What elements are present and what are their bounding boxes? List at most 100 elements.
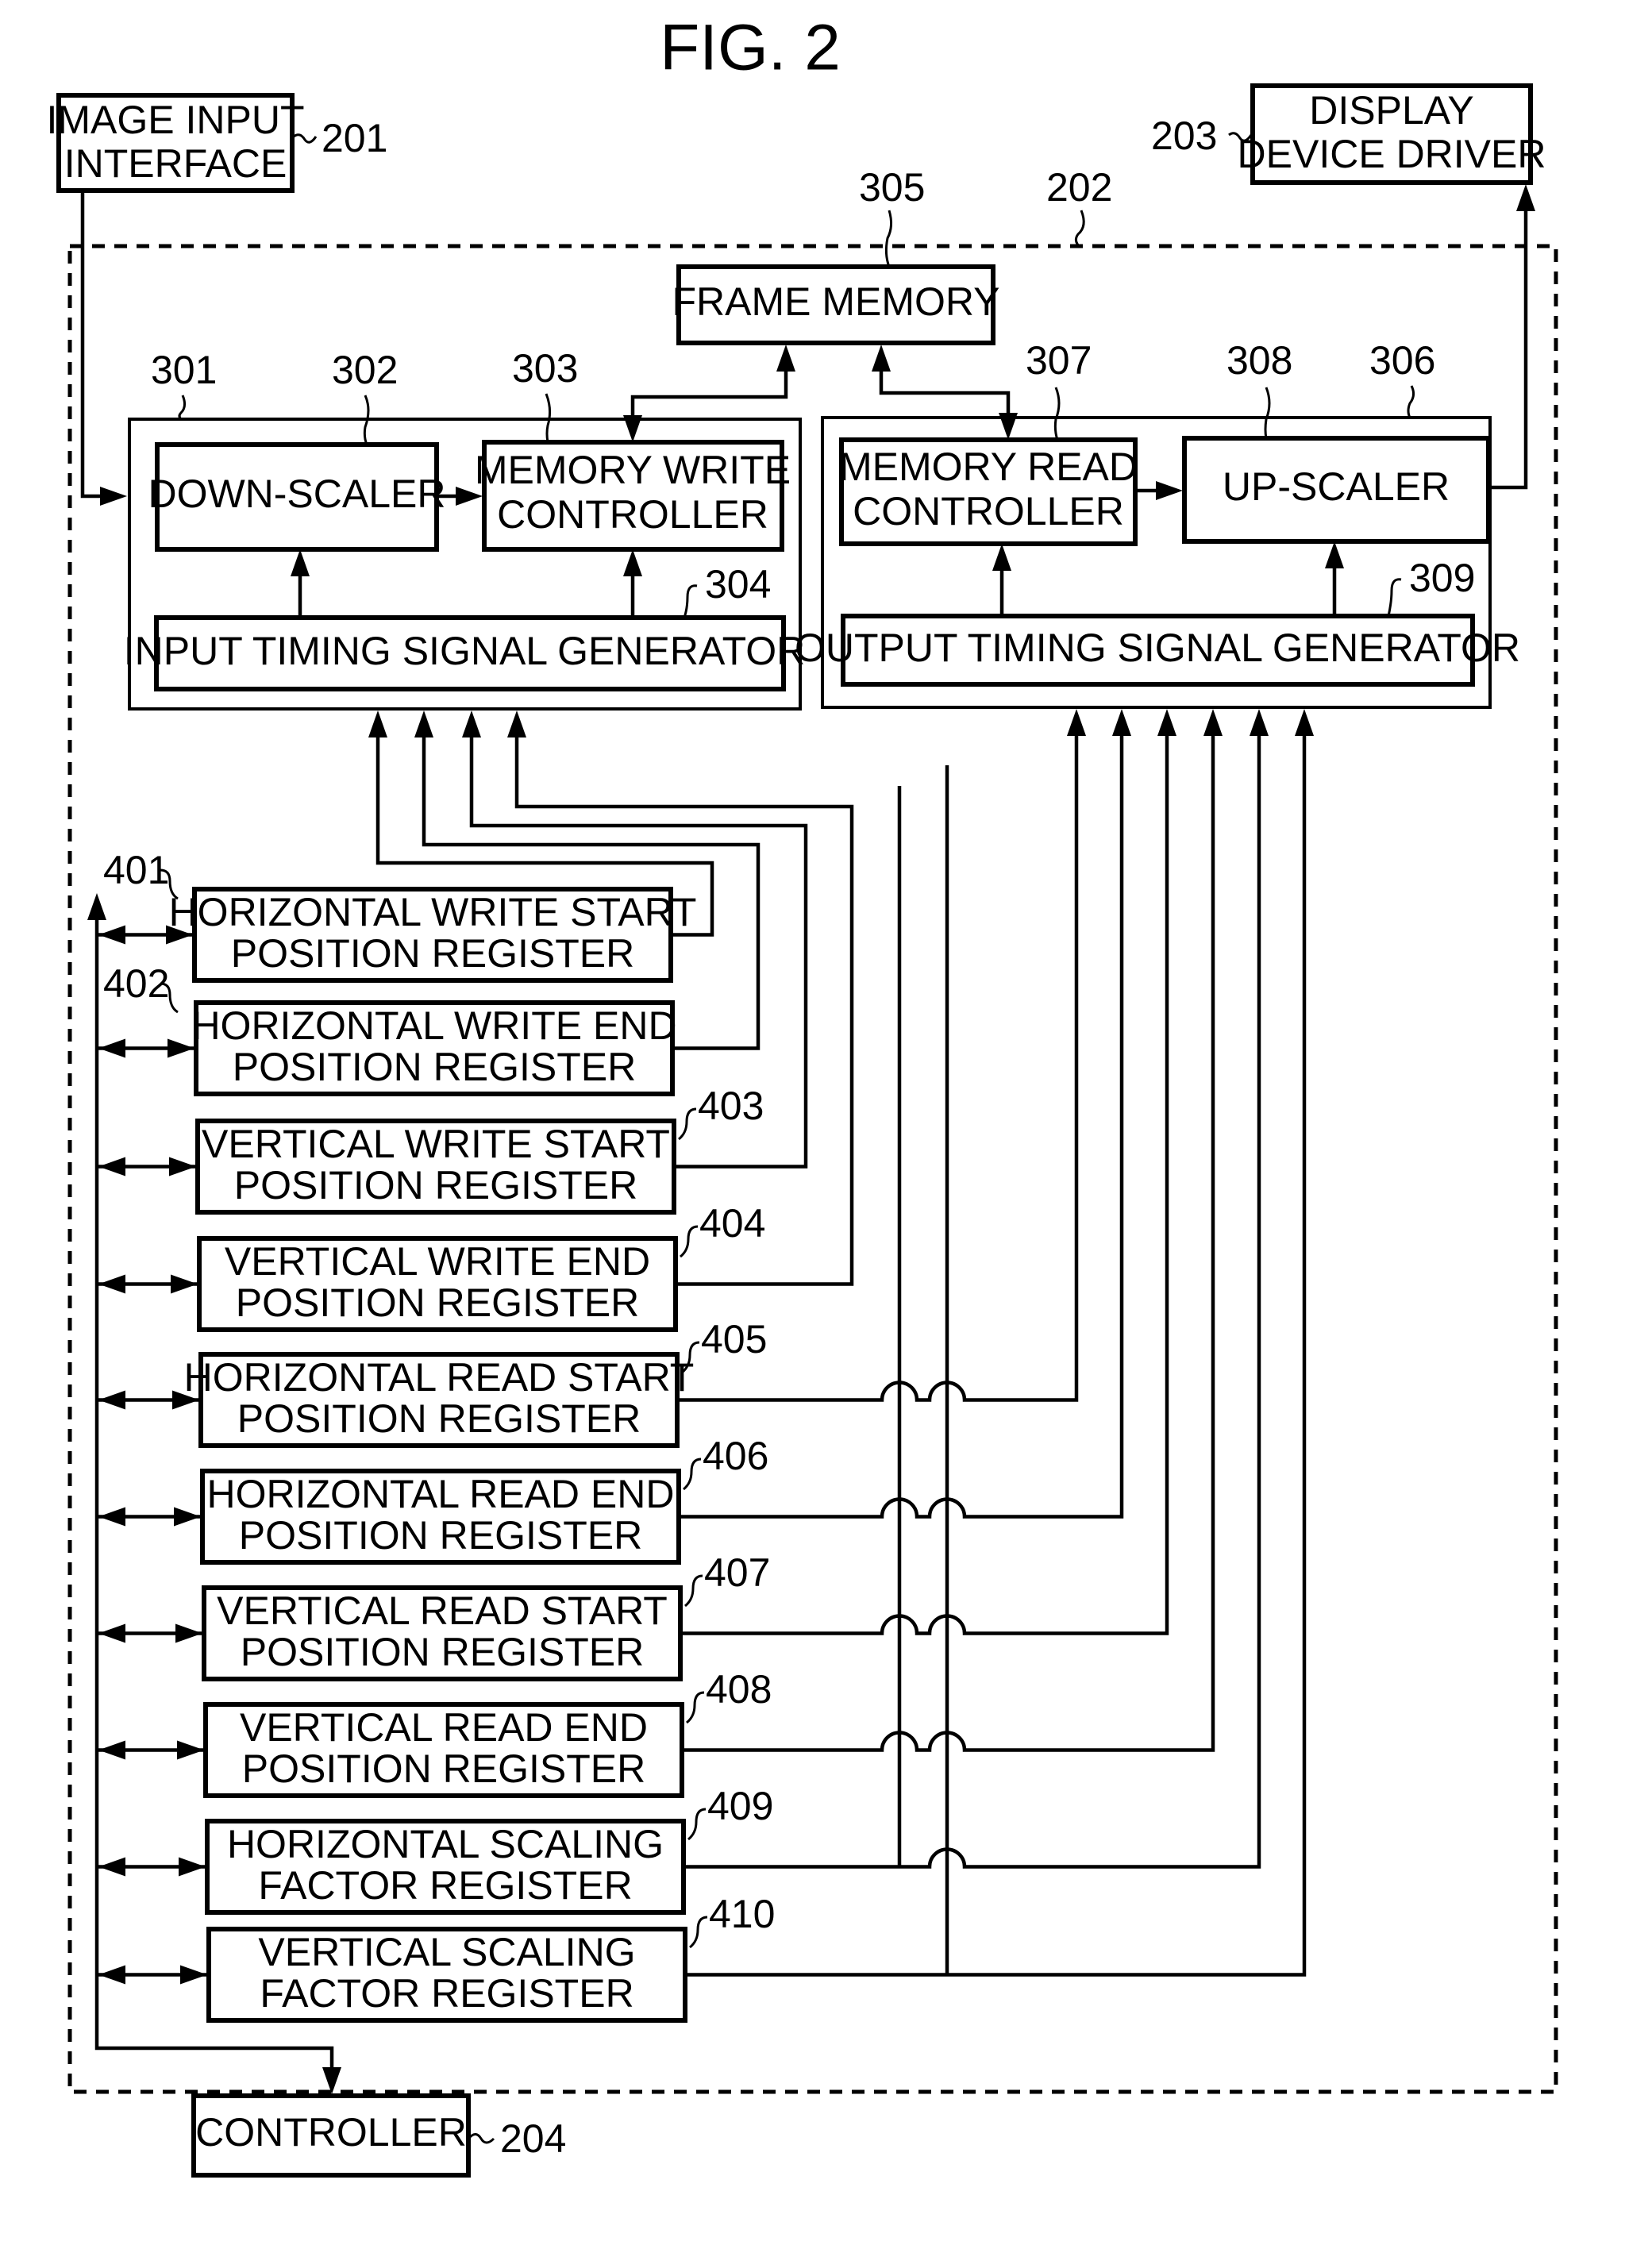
bus-link-right-arrow-icon <box>174 1507 201 1527</box>
leader-309 <box>1387 578 1402 617</box>
leader-408 <box>686 1691 705 1724</box>
leader-301 <box>178 395 187 421</box>
register-407[interactable]: VERTICAL READ STARTPOSITION REGISTER <box>202 1585 683 1681</box>
register-405-line-2: POSITION REGISTER <box>237 1396 641 1441</box>
leader-304 <box>683 584 698 618</box>
signal-407 <box>680 724 1169 1635</box>
leader-404 <box>680 1225 699 1258</box>
signal-arrow-407-icon <box>1157 709 1176 736</box>
bus-link-left-arrow-icon <box>98 1274 125 1294</box>
image-input-interface-line-1: IMAGE INPUT <box>46 98 304 142</box>
bus-link-left-arrow-icon <box>98 1507 125 1527</box>
register-401-line-2: POSITION REGISTER <box>231 931 634 976</box>
signal-arrow-406-icon <box>1112 709 1131 736</box>
arrow-into-upscaler-icon <box>1156 481 1183 500</box>
leader-403 <box>678 1107 697 1141</box>
frame-memory-label: FRAME MEMORY <box>672 279 1000 324</box>
output-timing-signal-generator[interactable]: OUTPUT TIMING SIGNAL GENERATOR <box>795 614 1520 687</box>
bus-link-left-arrow-icon <box>98 1740 125 1760</box>
display-device-driver-line-1: DISPLAY <box>1309 88 1474 133</box>
leader-307 <box>1053 387 1061 441</box>
register-404-line-2: POSITION REGISTER <box>236 1280 639 1325</box>
bus-link-right-arrow-icon <box>177 1740 204 1760</box>
arrow-into-display-icon <box>1516 184 1535 211</box>
wire-upscaler-to-display <box>1488 198 1528 490</box>
bus-link-left-arrow-icon <box>98 1965 125 1985</box>
bus-link-right-arrow-icon <box>171 1274 198 1294</box>
ref-305: 305 <box>859 165 925 210</box>
bus-link-left-arrow-icon <box>98 1157 125 1176</box>
leader-305 <box>884 210 893 268</box>
register-406-line-1: HORIZONTAL READ END <box>207 1472 675 1516</box>
signal-arrow-403-icon <box>462 711 481 737</box>
arrow-into-frame-memory-2-icon <box>872 345 891 372</box>
signal-arrow-410-icon <box>1295 709 1314 736</box>
arrow-into-input-block-icon <box>100 487 127 506</box>
register-403[interactable]: VERTICAL WRITE STARTPOSITION REGISTER <box>195 1119 676 1215</box>
memory-read-controller[interactable]: MEMORY READ CONTROLLER <box>839 437 1138 546</box>
register-409-line-1: HORIZONTAL SCALING <box>227 1822 664 1866</box>
register-402[interactable]: HORIZONTAL WRITE ENDPOSITION REGISTER <box>191 1000 677 1096</box>
frame-memory[interactable]: FRAME MEMORY <box>672 264 1000 345</box>
bus-link-right-arrow-icon <box>175 1623 202 1643</box>
register-405-line-1: HORIZONTAL READ START <box>184 1355 695 1400</box>
memory-write-controller[interactable]: MEMORY WRITE CONTROLLER <box>475 440 791 552</box>
ref-309: 309 <box>1409 556 1475 600</box>
arrow-into-downscaler-icon <box>291 549 310 576</box>
wire-input-to-downscaler <box>80 191 119 499</box>
leader-407 <box>684 1574 703 1608</box>
register-406[interactable]: HORIZONTAL READ ENDPOSITION REGISTER <box>200 1469 681 1565</box>
ref-409: 409 <box>707 1784 773 1828</box>
register-403-line-1: VERTICAL WRITE START <box>202 1122 670 1166</box>
controller[interactable]: CONTROLLER <box>191 2093 471 2178</box>
image-input-interface-line-2: INTERFACE <box>64 141 287 186</box>
output-timing-signal-generator-label: OUTPUT TIMING SIGNAL GENERATOR <box>795 626 1520 670</box>
ref-306: 306 <box>1369 338 1435 383</box>
up-scaler-label: UP-SCALER <box>1223 464 1450 509</box>
ref-401: 401 <box>103 848 169 892</box>
memory-read-controller-line-1: MEMORY READ <box>839 445 1138 489</box>
memory-write-controller-line-1: MEMORY WRITE <box>475 448 791 492</box>
register-408-line-2: POSITION REGISTER <box>242 1746 645 1791</box>
ref-407: 407 <box>704 1550 770 1595</box>
register-410-line-2: FACTOR REGISTER <box>260 1971 633 2016</box>
register-408[interactable]: VERTICAL READ ENDPOSITION REGISTER <box>203 1702 684 1798</box>
ref-406: 406 <box>703 1434 768 1478</box>
leader-308 <box>1264 387 1271 439</box>
register-410[interactable]: VERTICAL SCALINGFACTOR REGISTER <box>206 1927 687 2023</box>
ref-308: 308 <box>1226 338 1292 383</box>
ref-402: 402 <box>103 961 169 1006</box>
signal-arrow-409-icon <box>1250 709 1269 736</box>
input-timing-signal-generator[interactable]: INPUT TIMING SIGNAL GENERATOR <box>124 615 805 691</box>
image-input-interface[interactable]: IMAGE INPUT INTERFACE <box>46 93 305 193</box>
signal-arrow-408-icon <box>1203 709 1223 736</box>
arrow-into-upscaler-from-otsg-icon <box>1325 541 1344 568</box>
ref-203: 203 <box>1151 114 1217 158</box>
ref-307: 307 <box>1026 338 1092 383</box>
controller-label: CONTROLLER <box>195 2110 467 2155</box>
register-405[interactable]: HORIZONTAL READ STARTPOSITION REGISTER <box>184 1352 695 1448</box>
ref-303: 303 <box>512 346 578 391</box>
arrow-into-mwc-from-itsg-icon <box>623 549 642 576</box>
bus-link-left-arrow-icon <box>98 1857 125 1877</box>
input-timing-signal-generator-label: INPUT TIMING SIGNAL GENERATOR <box>124 629 805 673</box>
leader-410 <box>689 1916 708 1949</box>
down-scaler[interactable]: DOWN-SCALER <box>148 442 446 552</box>
ref-301: 301 <box>151 348 217 392</box>
signal-402 <box>422 724 761 1050</box>
display-device-driver[interactable]: DISPLAY DEVICE DRIVER <box>1238 83 1546 185</box>
leader-409 <box>687 1808 707 1841</box>
register-402-line-1: HORIZONTAL WRITE END <box>191 1003 676 1048</box>
register-401[interactable]: HORIZONTAL WRITE STARTPOSITION REGISTER <box>169 887 697 983</box>
register-404[interactable]: VERTICAL WRITE ENDPOSITION REGISTER <box>197 1236 678 1332</box>
wire-frame-memory-mrc <box>879 361 1011 425</box>
leader-306 <box>1407 385 1415 418</box>
signal-arrow-402-icon <box>414 711 433 737</box>
register-406-line-2: POSITION REGISTER <box>239 1513 642 1558</box>
register-402-line-2: POSITION REGISTER <box>233 1045 636 1089</box>
register-401-line-1: HORIZONTAL WRITE START <box>169 890 697 934</box>
register-409[interactable]: HORIZONTAL SCALINGFACTOR REGISTER <box>205 1819 686 1915</box>
arrow-into-frame-memory-icon <box>776 345 795 372</box>
register-407-line-2: POSITION REGISTER <box>241 1630 644 1674</box>
up-scaler[interactable]: UP-SCALER <box>1182 436 1491 544</box>
